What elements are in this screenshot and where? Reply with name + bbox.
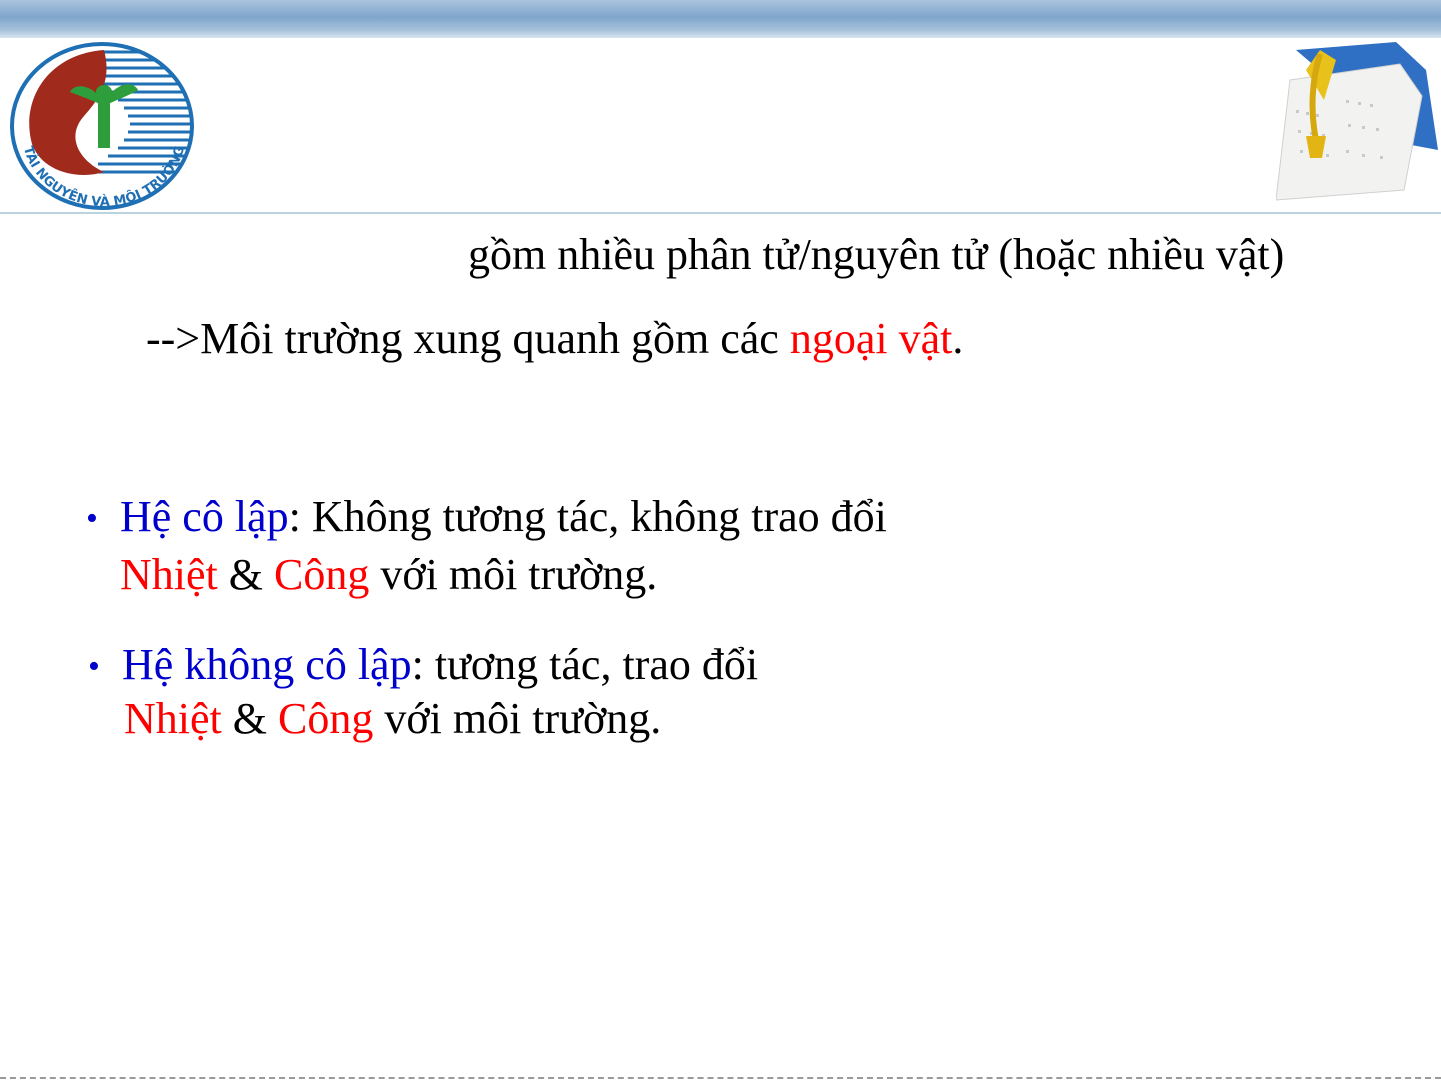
ampersand: & [217,550,274,599]
environment-period: . [952,314,964,363]
highlight-external-objects: ngoại vật [789,314,953,363]
line-composition: gồm nhiều phân tử/nguyên tử (hoặc nhiều … [468,230,1285,279]
bullet1-tail: với môi trường. [369,550,658,599]
bullet2-line2: Nhiệt & Công với môi trường. [124,694,661,744]
environment-text: -->Môi trường xung quanh gồm các [146,314,790,363]
bullet2-line1: Hệ không cô lập: tương tác, trao đổi [122,640,758,690]
bullet1-line1: Hệ cô lập: Không tương tác, không trao đ… [120,492,887,542]
line-environment: -->Môi trường xung quanh gồm các ngoại v… [146,314,963,364]
term-non-isolated-system: Hệ không cô lập [122,640,412,689]
graduation-cap-icon [1276,42,1438,201]
organization-logo: TÀI NGUYÊN VÀ MÔI TRƯỜNG [10,42,194,210]
term-isolated-system: Hệ cô lập [120,492,289,541]
word-work: Công [274,550,370,599]
bullet2-definition: : tương tác, trao đổi [411,640,759,689]
ampersand: & [221,694,278,743]
bullet-dot-2: • [88,648,100,685]
word-work: Công [278,694,374,743]
bullet1-definition: : Không tương tác, không trao đổi [288,492,887,541]
word-heat: Nhiệt [124,694,222,743]
header-divider [0,212,1441,214]
header-band [0,0,1441,38]
bullet-dot-1: • [86,500,98,537]
bullet1-line2: Nhiệt & Công với môi trường. [120,550,657,600]
word-heat: Nhiệt [120,550,218,599]
bullet2-tail: với môi trường. [373,694,662,743]
bottom-divider [0,1077,1441,1079]
